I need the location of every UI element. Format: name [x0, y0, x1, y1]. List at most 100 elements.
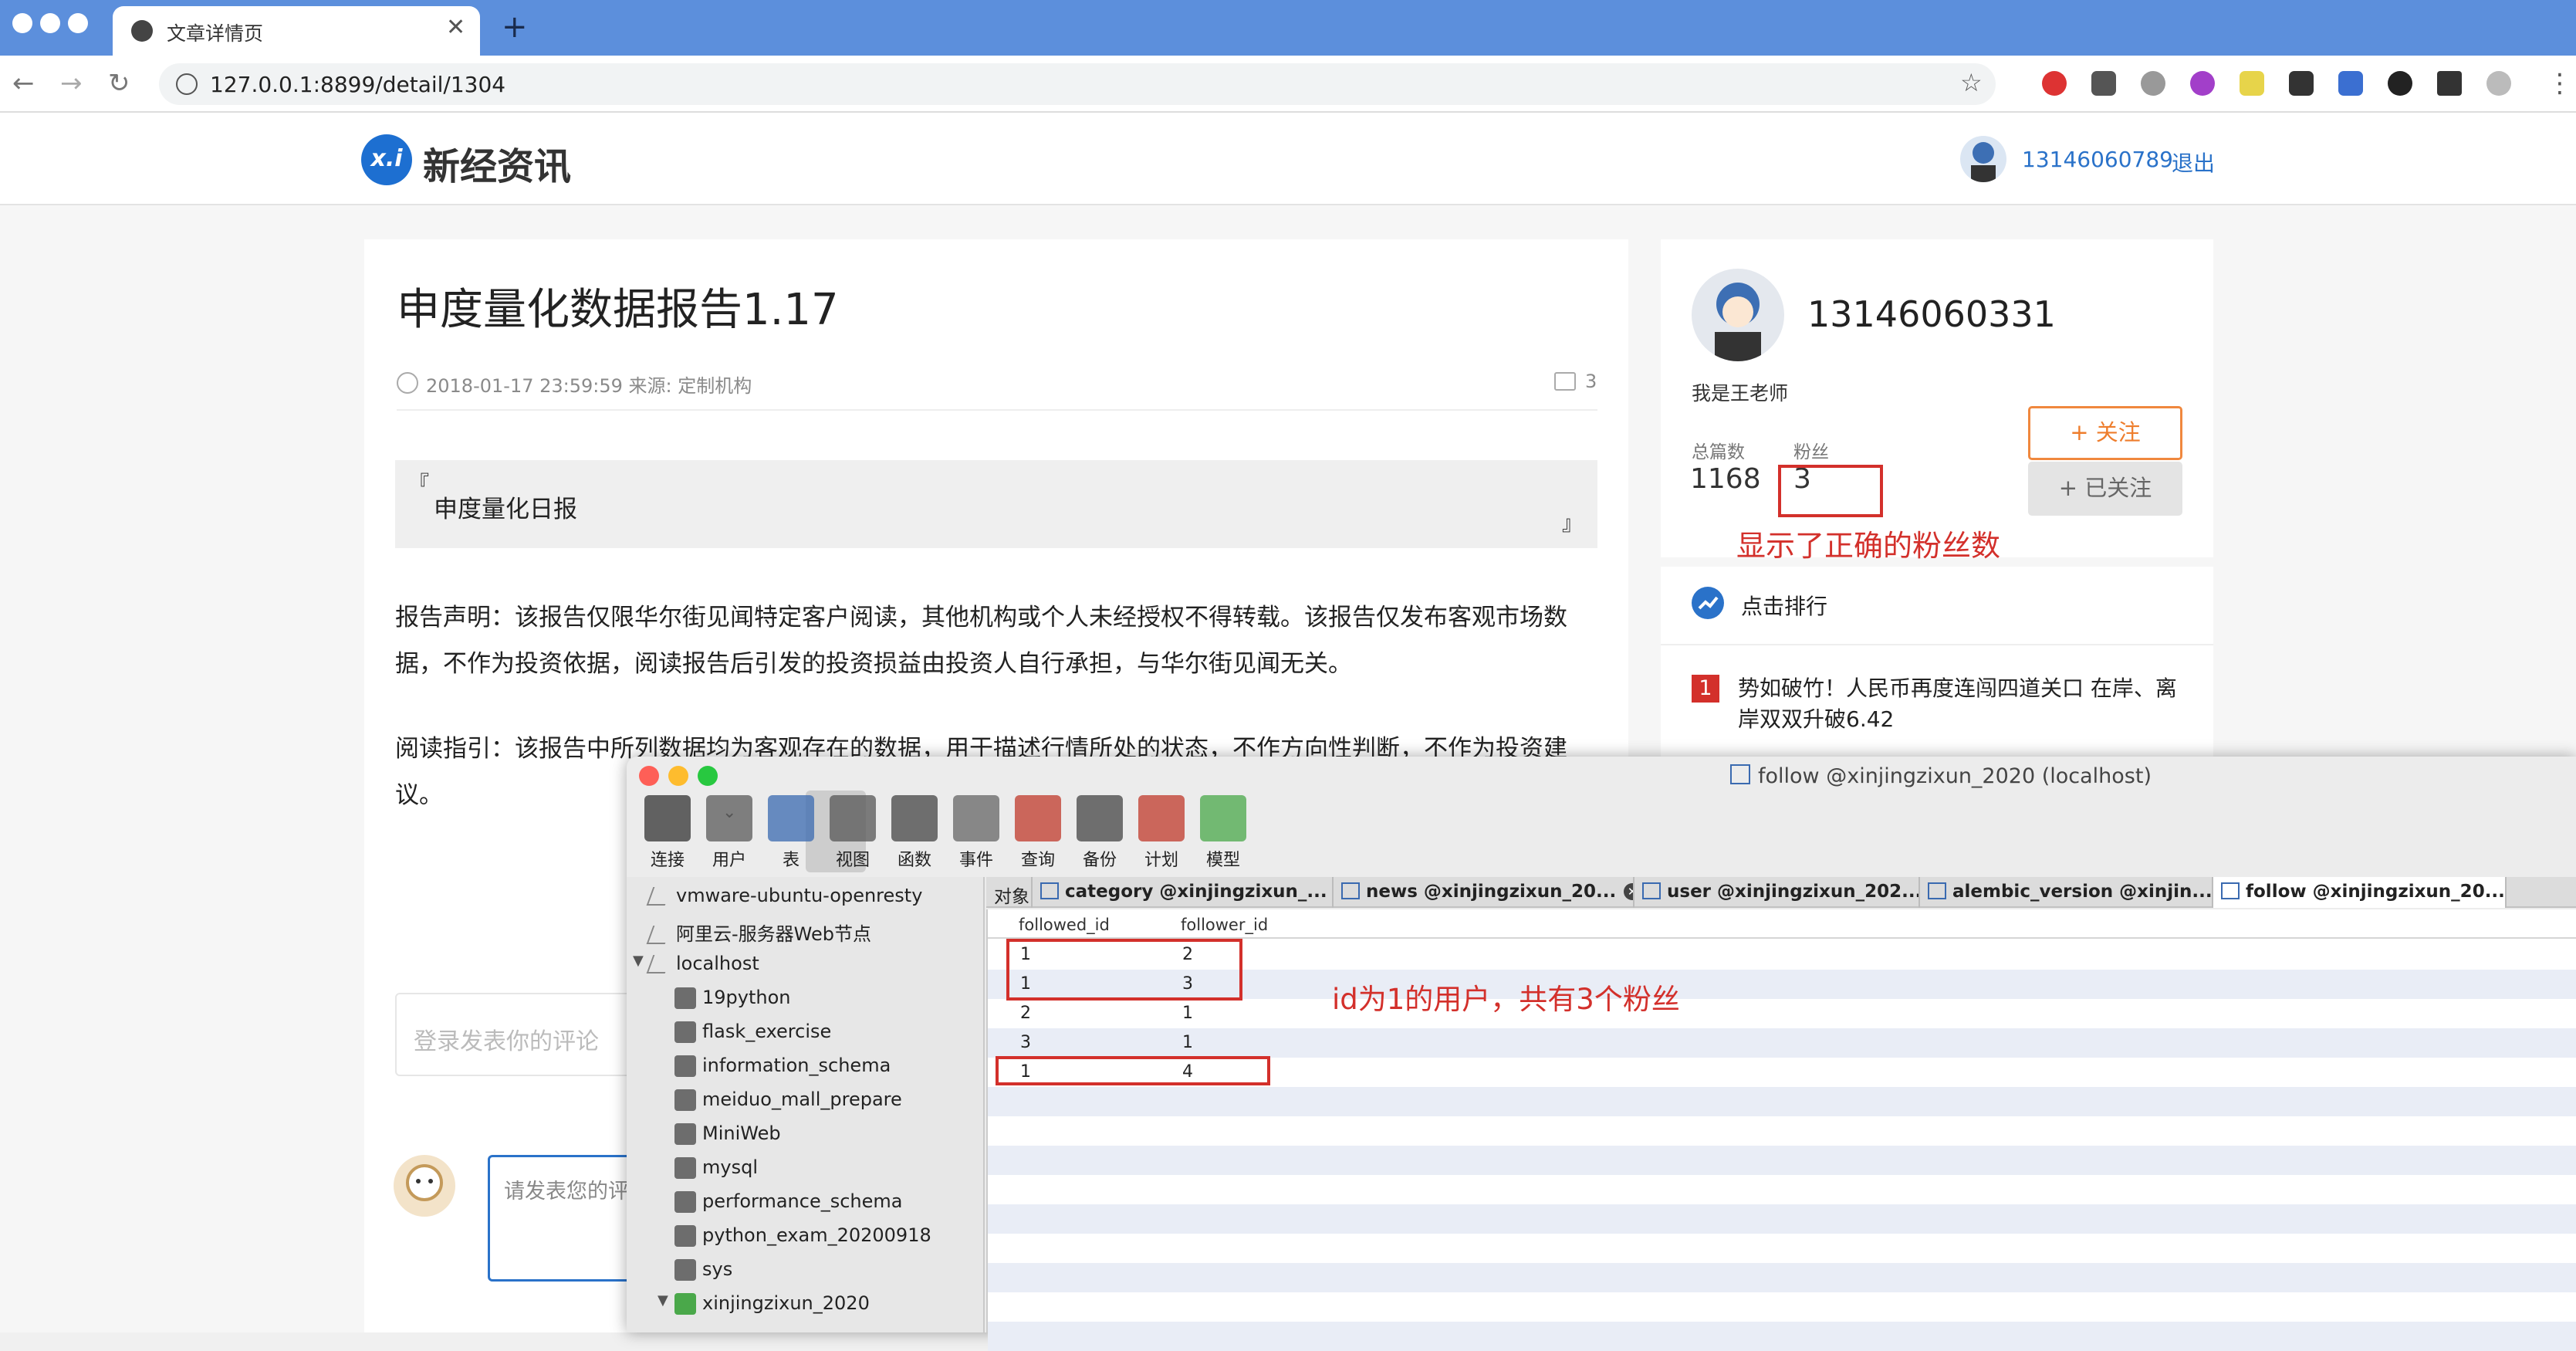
close-window-button[interactable] [639, 766, 659, 786]
tree-item[interactable]: MiniWeb [674, 1122, 781, 1156]
divider [1661, 644, 2213, 645]
profile-icon[interactable] [2486, 71, 2511, 96]
column-header[interactable]: follower_id [1181, 916, 1268, 934]
follow-button[interactable]: + 关注 [2028, 406, 2182, 460]
extension-purple-icon[interactable] [2190, 71, 2215, 96]
followed-button[interactable]: + 已关注 [2028, 462, 2182, 516]
back-icon[interactable]: ← [12, 68, 35, 99]
header-username-link[interactable]: 13146060789 [2022, 147, 2173, 172]
tool-event[interactable]: 事件 [949, 795, 1003, 871]
tool-view[interactable]: 视图 [826, 795, 880, 871]
database-icon [674, 1225, 696, 1247]
tree-item[interactable]: vmware-ubuntu-openresty [646, 885, 923, 919]
qr-code-icon[interactable] [2091, 71, 2116, 96]
puzzle-icon[interactable] [2437, 71, 2462, 96]
database-icon [674, 1191, 696, 1213]
header-avatar[interactable] [1960, 136, 2006, 182]
tree-item[interactable]: flask_exercise [674, 1021, 831, 1055]
cell[interactable]: 1 [1182, 1004, 1193, 1023]
browser-tab[interactable]: 文章详情页 ✕ [113, 6, 480, 56]
fans-annotation: 显示了正确的粉丝数 [1736, 529, 2001, 563]
table-row[interactable]: 21 [988, 999, 2576, 1028]
close-tab-icon[interactable]: ✕ [1624, 883, 1633, 900]
comment-icon [1554, 372, 1576, 391]
navicat-window: follow @xinjingzixun_2020 (localhost) ⌄ … [627, 757, 2576, 1351]
logout-link[interactable]: 退出 [2172, 147, 2215, 178]
table-tab[interactable]: follow @xinjingzixun_20...✕ [2213, 877, 2507, 908]
rank-item-link[interactable]: 势如破竹！人民币再度连闯四道关口 在岸、离岸双双升破6.42 [1738, 673, 2193, 735]
minimize-window-button[interactable] [668, 766, 688, 786]
table-tab[interactable]: category @xinjingzixun_...✕ [1033, 877, 1334, 908]
table-tab[interactable]: news @xinjingzixun_20... ✕ [1334, 877, 1635, 908]
quote-open: 『 [409, 472, 430, 496]
table-tab[interactable]: alembic_version @xinjin...✕ [1920, 877, 2213, 908]
zoom-window-button[interactable] [698, 766, 718, 786]
bookmark-star-icon[interactable]: ☆ [1960, 68, 1983, 97]
column-header[interactable]: followed_id [1019, 916, 1110, 934]
tool-connection[interactable]: 连接 [641, 795, 695, 871]
table-icon [1730, 764, 1750, 784]
model-icon [1200, 795, 1246, 841]
tree-item[interactable]: 阿里云-服务器Web节点 [646, 919, 871, 953]
expand-arrow-icon[interactable]: ▼ [633, 953, 644, 969]
tab-objects[interactable]: 对象 [986, 877, 1033, 908]
tree-item[interactable]: sys [674, 1258, 732, 1292]
tool-label: 表 [782, 851, 800, 870]
tool-model[interactable]: 模型 [1196, 795, 1250, 871]
url-text[interactable]: 127.0.0.1:8899/detail/1304 [210, 72, 505, 97]
reload-icon[interactable]: ↻ [108, 68, 130, 99]
tree-label: xinjingzixun_2020 [702, 1292, 870, 1314]
close-tab-icon[interactable]: ✕ [446, 14, 465, 41]
new-tab-button[interactable]: + [502, 9, 528, 45]
tree-item[interactable]: ▼ localhost [633, 953, 759, 987]
menu-dots-icon[interactable]: ⋮ [2547, 68, 2573, 99]
extension-blue-icon[interactable] [2338, 71, 2363, 96]
translate-icon[interactable] [2141, 71, 2165, 96]
tree-item[interactable]: mysql [674, 1156, 758, 1190]
logo-icon[interactable]: x.i [361, 134, 412, 185]
tool-backup[interactable]: 备份 [1073, 795, 1127, 871]
author-description: 我是王老师 [1692, 382, 1789, 405]
tab-label: 对象 [994, 887, 1029, 907]
address-bar[interactable]: 127.0.0.1:8899/detail/1304 ☆ [159, 63, 1996, 105]
article-paragraph-disclaimer: 报告声明：该报告仅限华尔街见闻特定客户阅读，其他机构或个人未经授权不得转载。该报… [395, 604, 1567, 678]
x-extension-icon[interactable] [2289, 71, 2314, 96]
tree-item[interactable]: meiduo_mall_prepare [674, 1089, 902, 1122]
tool-user[interactable]: 用户 [702, 795, 756, 871]
tool-table[interactable]: 表 [764, 795, 818, 871]
connection-icon [646, 887, 672, 906]
tree-item[interactable]: ▼ xinjingzixun_2020 [658, 1292, 870, 1326]
connection-tree: vmware-ubuntu-openresty 阿里云-服务器Web节点 ▼ loca… [627, 877, 985, 1332]
tool-schedule[interactable]: 计划 [1134, 795, 1188, 871]
minimize-window-button[interactable] [40, 13, 60, 33]
expand-arrow-icon[interactable]: ▼ [658, 1292, 668, 1309]
cell[interactable]: 1 [1182, 1033, 1193, 1052]
tree-item[interactable]: performance_schema [674, 1190, 902, 1224]
cell[interactable]: 3 [1020, 1033, 1031, 1052]
tree-item[interactable]: 19python [674, 987, 791, 1021]
table-tab[interactable]: user @xinjingzixun_202...✕ [1635, 877, 1920, 908]
info-icon[interactable] [176, 73, 198, 95]
tool-query[interactable]: 查询 [1011, 795, 1065, 871]
c-extension-icon[interactable] [2388, 71, 2412, 96]
lightning-icon[interactable] [2240, 71, 2264, 96]
tool-function[interactable]: 函数 [887, 795, 941, 871]
tool-label: 备份 [1082, 851, 1117, 870]
cell[interactable]: 2 [1020, 1004, 1031, 1023]
tab-label: category @xinjingzixun_... [1065, 882, 1327, 902]
reply-textarea[interactable]: 请发表您的评论 [488, 1155, 634, 1282]
tree-item[interactable]: python_exam_20200918 [674, 1224, 931, 1258]
database-icon [674, 1055, 696, 1077]
close-window-button[interactable] [12, 13, 32, 33]
posts-count: 1168 [1690, 463, 1761, 495]
logo-text[interactable]: 新经资讯 [423, 136, 571, 190]
forward-icon[interactable]: → [60, 68, 83, 99]
tree-label: vmware-ubuntu-openresty [676, 885, 923, 906]
table-row[interactable]: 31 [988, 1028, 2576, 1058]
adblock-icon[interactable] [2042, 71, 2067, 96]
zoom-window-button[interactable] [68, 13, 88, 33]
tree-item[interactable]: information_schema [674, 1055, 891, 1089]
connection-icon [646, 955, 672, 973]
tab-title: 文章详情页 [167, 22, 264, 45]
function-icon [891, 795, 938, 841]
